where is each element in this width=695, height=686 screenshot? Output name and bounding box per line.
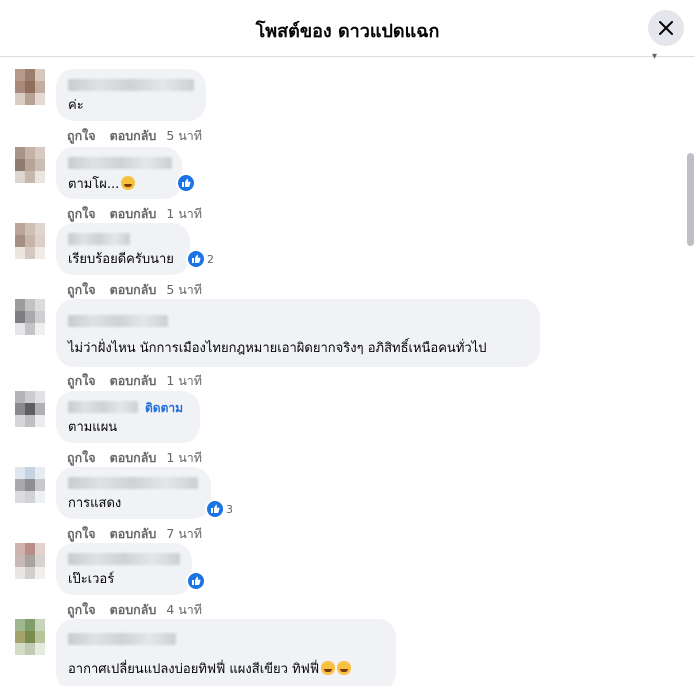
comment-time[interactable]: 1 นาที xyxy=(166,371,202,391)
avatar[interactable] xyxy=(15,619,45,655)
reply-button[interactable]: ตอบกลับ xyxy=(110,524,157,544)
comment-time[interactable]: 5 นาที xyxy=(166,126,202,146)
scrollbar-thumb[interactable] xyxy=(687,153,694,246)
comment-time[interactable]: 4 นาที xyxy=(166,600,202,620)
comment-time[interactable]: 1 นาที xyxy=(166,448,202,468)
reaction-summary[interactable] xyxy=(178,175,194,191)
reply-button[interactable]: ตอบกลับ xyxy=(110,448,157,468)
grinning-emoji-icon xyxy=(321,661,336,675)
avatar[interactable] xyxy=(15,223,45,259)
comment-actions: ถูกใจ ตอบกลับ 1 นาที xyxy=(67,204,202,224)
comment-text: อากาศเปลี่ยนแปลงบ่อยทิฟฟี่ แผงสีเขียว ทิ… xyxy=(68,661,384,678)
dialog-header: โพสต์ของ ดาวแปดแฉก xyxy=(0,0,695,57)
dialog-title: โพสต์ของ ดาวแปดแฉก xyxy=(255,21,440,42)
comment-actions: ถูกใจ ตอบกลับ 4 นาที xyxy=(67,600,202,620)
grinning-emoji-icon xyxy=(337,661,352,675)
close-button[interactable] xyxy=(648,10,684,46)
reply-button[interactable]: ตอบกลับ xyxy=(110,126,157,146)
reply-button[interactable]: ตอบกลับ xyxy=(110,600,157,620)
like-button[interactable]: ถูกใจ xyxy=(67,280,96,300)
commenter-name-blurred[interactable] xyxy=(68,157,172,169)
comment-text: ค่ะ xyxy=(68,98,84,113)
comment-time[interactable]: 5 นาที xyxy=(166,280,202,300)
avatar[interactable] xyxy=(15,299,45,335)
reaction-summary[interactable]: 3 xyxy=(207,501,233,517)
reaction-summary[interactable]: 2 xyxy=(188,251,214,267)
like-button[interactable]: ถูกใจ xyxy=(67,600,96,620)
reaction-count: 2 xyxy=(207,252,214,266)
reaction-summary[interactable] xyxy=(188,573,204,589)
avatar[interactable] xyxy=(15,69,45,105)
like-button[interactable]: ถูกใจ xyxy=(67,524,96,544)
reaction-count: 3 xyxy=(226,502,233,516)
comment-bubble: ตามโผ... xyxy=(56,147,182,199)
reply-button[interactable]: ตอบกลับ xyxy=(110,204,157,224)
avatar[interactable] xyxy=(15,391,45,427)
comment-feed[interactable]: ค่ะ ถูกใจ ตอบกลับ 5 นาที ตามโผ... ถูกใจ … xyxy=(0,57,682,686)
like-icon xyxy=(188,573,204,589)
avatar[interactable] xyxy=(15,467,45,503)
comment-actions: ถูกใจ ตอบกลับ 1 นาที xyxy=(67,371,202,391)
comment-text: เรียบร้อยดีครับนาย xyxy=(68,252,174,267)
comment-time[interactable]: 7 นาที xyxy=(166,524,202,544)
comment-actions: ถูกใจ ตอบกลับ 7 นาที xyxy=(67,524,202,544)
comment-actions: ถูกใจ ตอบกลับ 1 นาที xyxy=(67,448,202,468)
comment-actions: ถูกใจ ตอบกลับ 5 นาที xyxy=(67,280,202,300)
like-icon xyxy=(207,501,223,517)
comment-bubble: ค่ะ xyxy=(56,69,206,121)
follow-link[interactable]: ติดตาม xyxy=(145,399,183,418)
comment-bubble: การแสดง xyxy=(56,467,211,519)
reply-button[interactable]: ตอบกลับ xyxy=(110,371,157,391)
comment-text: เป๊ะเวอร์ xyxy=(68,572,115,587)
reply-button[interactable]: ตอบกลับ xyxy=(110,280,157,300)
comment-text: การแสดง xyxy=(68,496,122,511)
comment-time[interactable]: 1 นาที xyxy=(166,204,202,224)
like-button[interactable]: ถูกใจ xyxy=(67,204,96,224)
comment-text: ตามโผ... xyxy=(68,176,170,193)
close-icon xyxy=(659,21,673,35)
comment-bubble: อากาศเปลี่ยนแปลงบ่อยทิฟฟี่ แผงสีเขียว ทิ… xyxy=(56,619,396,686)
avatar[interactable] xyxy=(15,147,45,183)
commenter-name-blurred[interactable] xyxy=(68,401,138,413)
comment-bubble: เรียบร้อยดีครับนาย xyxy=(56,223,190,275)
like-icon xyxy=(188,251,204,267)
commenter-name-blurred[interactable] xyxy=(68,315,168,327)
laughing-emoji-icon xyxy=(121,176,136,190)
comment-text: ไม่ว่าฝั่งไหน นักการเมืองไทยกฎหมายเอาผิด… xyxy=(68,341,487,356)
like-button[interactable]: ถูกใจ xyxy=(67,126,96,146)
commenter-name-blurred[interactable] xyxy=(68,633,176,645)
comment-text: ตามแผน xyxy=(68,420,118,435)
like-button[interactable]: ถูกใจ xyxy=(67,371,96,391)
commenter-name-blurred[interactable] xyxy=(68,553,180,565)
comment-bubble: ไม่ว่าฝั่งไหน นักการเมืองไทยกฎหมายเอาผิด… xyxy=(56,299,540,367)
comment-actions: ถูกใจ ตอบกลับ 5 นาที xyxy=(67,126,202,146)
avatar[interactable] xyxy=(15,543,45,579)
commenter-name-blurred[interactable] xyxy=(68,477,198,489)
commenter-name-blurred[interactable] xyxy=(68,233,130,245)
like-icon xyxy=(178,175,194,191)
commenter-name-blurred[interactable] xyxy=(68,79,194,91)
like-button[interactable]: ถูกใจ xyxy=(67,448,96,468)
comment-bubble: เป๊ะเวอร์ xyxy=(56,543,192,595)
